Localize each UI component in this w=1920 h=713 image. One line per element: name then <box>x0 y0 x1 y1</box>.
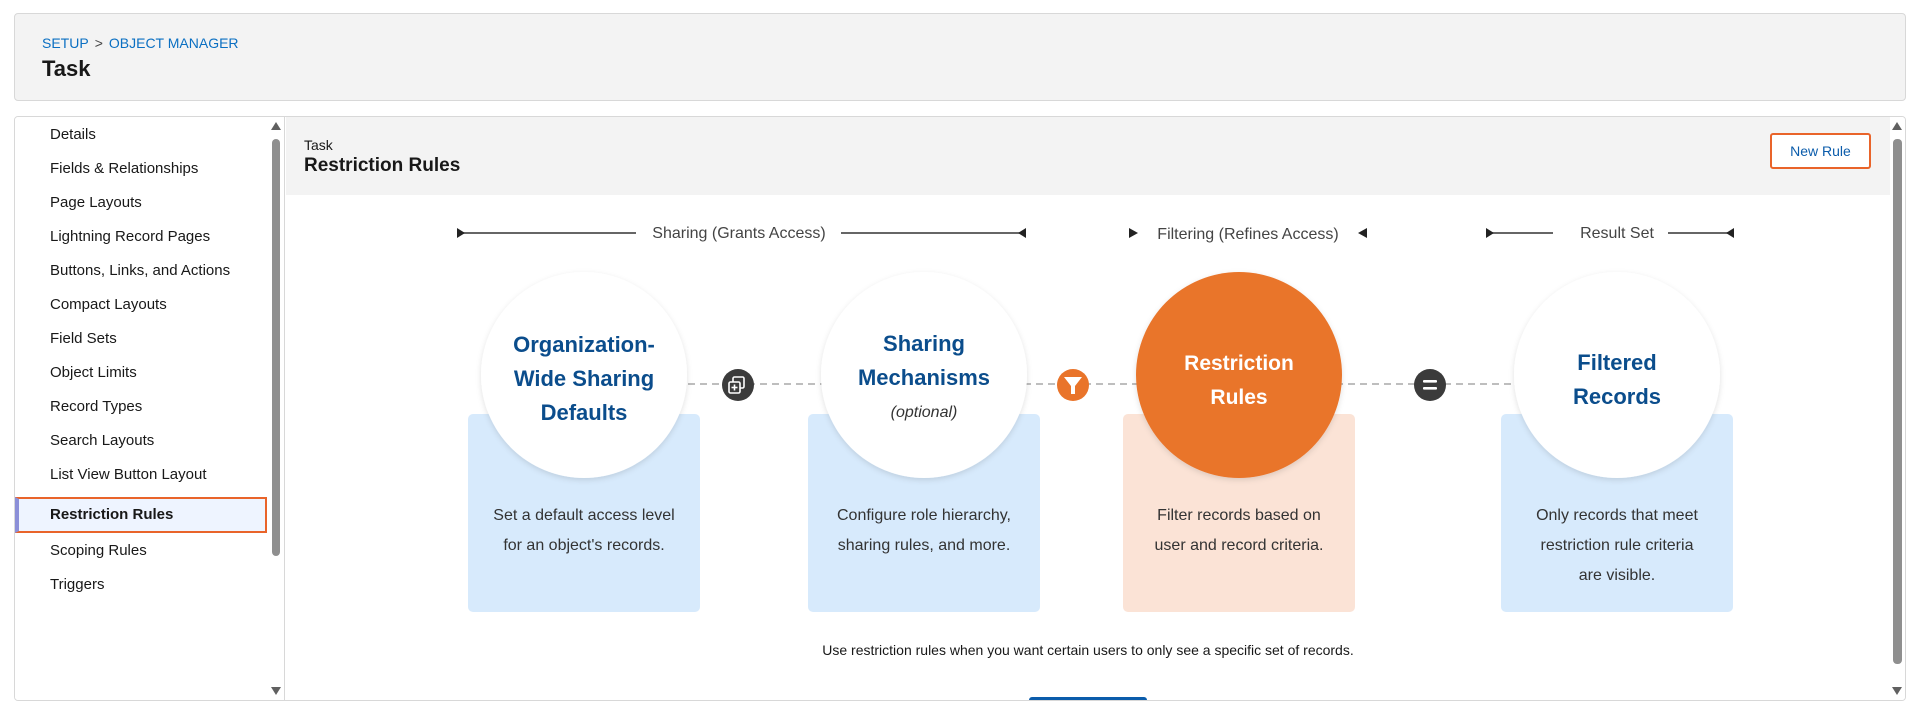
section-header: Task Restriction Rules New Rule <box>286 117 1890 195</box>
sidebar-item-record-types[interactable]: Record Types <box>15 389 267 425</box>
sidebar-scrollbar[interactable] <box>269 117 283 700</box>
equals-icon <box>1414 369 1446 401</box>
step-desc-filtered-line2: restriction rule criteria <box>1541 537 1694 554</box>
sidebar-item-lightning-record-pages[interactable]: Lightning Record Pages <box>15 219 267 255</box>
step-title-restriction-line1: Restriction <box>1184 352 1294 375</box>
partial-bottom-button[interactable] <box>1029 697 1147 700</box>
step-desc-filtered-line1: Only records that meet <box>1536 507 1698 524</box>
section-header-sharing: Sharing (Grants Access) <box>457 225 1026 242</box>
sidebar-item-restriction-rules[interactable]: Restriction Rules <box>15 497 267 533</box>
step-title-org-line3: Defaults <box>541 400 628 425</box>
step-desc-restriction-line2: user and record criteria. <box>1155 537 1324 554</box>
step-desc-filtered-line3: are visible. <box>1579 567 1655 584</box>
step-circle-restriction-rules <box>1136 272 1342 478</box>
breadcrumb: SETUP > OBJECT MANAGER <box>42 35 239 51</box>
section-label-sharing: Sharing (Grants Access) <box>652 225 825 242</box>
section-header-result: Result Set <box>1486 225 1734 242</box>
scroll-down-arrow-icon[interactable] <box>271 687 281 695</box>
new-rule-button[interactable]: New Rule <box>1770 133 1871 169</box>
breadcrumb-object-manager-link[interactable]: OBJECT MANAGER <box>109 35 239 51</box>
step-desc-sharing-line2: sharing rules, and more. <box>838 537 1011 554</box>
page-title: Task <box>42 56 91 81</box>
sidebar-item-compact-layouts[interactable]: Compact Layouts <box>15 287 267 323</box>
breadcrumb-setup-link[interactable]: SETUP <box>42 35 89 51</box>
restriction-rules-diagram: Sharing (Grants Access) Filtering (Refin… <box>457 225 1734 612</box>
sidebar-item-scoping-rules[interactable]: Scoping Rules <box>15 533 267 569</box>
restriction-rules-footnote: Use restriction rules when you want cert… <box>822 642 1354 658</box>
page-header: SETUP > OBJECT MANAGER Task <box>14 13 1906 101</box>
plus-stack-icon <box>722 369 754 401</box>
section-label-filtering: Filtering (Refines Access) <box>1157 226 1338 243</box>
scroll-down-arrow-icon[interactable] <box>1892 687 1902 695</box>
main-scrollbar[interactable] <box>1890 117 1905 700</box>
step-title-org-line2: Wide Sharing <box>514 366 654 391</box>
sidebar-item-triggers[interactable]: Triggers <box>15 567 267 603</box>
sidebar-item-search-layouts[interactable]: Search Layouts <box>15 423 267 459</box>
step-desc-org-line1: Set a default access level <box>493 507 674 524</box>
step-optional-note: (optional) <box>891 404 958 421</box>
step-title-filtered-line2: Records <box>1573 384 1661 409</box>
sidebar: Details Fields & Relationships Page Layo… <box>15 117 285 700</box>
step-circle-filtered-records <box>1514 272 1720 478</box>
step-title-sharing-line2: Mechanisms <box>858 365 990 390</box>
sidebar-item-fields-relationships[interactable]: Fields & Relationships <box>15 151 267 187</box>
sidebar-item-object-limits[interactable]: Object Limits <box>15 355 267 391</box>
step-desc-org-line2: for an object's records. <box>503 537 664 554</box>
scroll-up-arrow-icon[interactable] <box>1892 122 1902 130</box>
section-title: Restriction Rules <box>304 155 461 176</box>
step-desc-restriction-line1: Filter records based on <box>1157 507 1321 524</box>
sidebar-scrollbar-thumb[interactable] <box>272 139 280 556</box>
sidebar-item-field-sets[interactable]: Field Sets <box>15 321 267 357</box>
sidebar-item-details[interactable]: Details <box>15 117 267 153</box>
scroll-up-arrow-icon[interactable] <box>271 122 281 130</box>
sidebar-item-list-view-button-layout[interactable]: List View Button Layout <box>15 457 267 493</box>
main-scrollbar-thumb[interactable] <box>1893 139 1902 664</box>
sidebar-item-buttons-links-actions[interactable]: Buttons, Links, and Actions <box>15 253 267 289</box>
step-desc-sharing-line1: Configure role hierarchy, <box>837 507 1011 524</box>
step-title-org-line1: Organization- <box>513 332 655 357</box>
section-header-filtering: Filtering (Refines Access) <box>1129 226 1367 243</box>
step-title-filtered-line1: Filtered <box>1577 350 1656 375</box>
object-manager-panel: Details Fields & Relationships Page Layo… <box>14 116 1906 701</box>
step-title-restriction-line2: Rules <box>1210 386 1267 409</box>
step-title-sharing-line1: Sharing <box>883 331 965 356</box>
object-label: Task <box>304 137 333 153</box>
section-label-result: Result Set <box>1580 225 1654 242</box>
main-content: Sharing (Grants Access) Filtering (Refin… <box>286 117 1905 700</box>
sidebar-item-page-layouts[interactable]: Page Layouts <box>15 185 267 221</box>
breadcrumb-separator: > <box>94 35 103 51</box>
filter-icon <box>1057 369 1089 401</box>
